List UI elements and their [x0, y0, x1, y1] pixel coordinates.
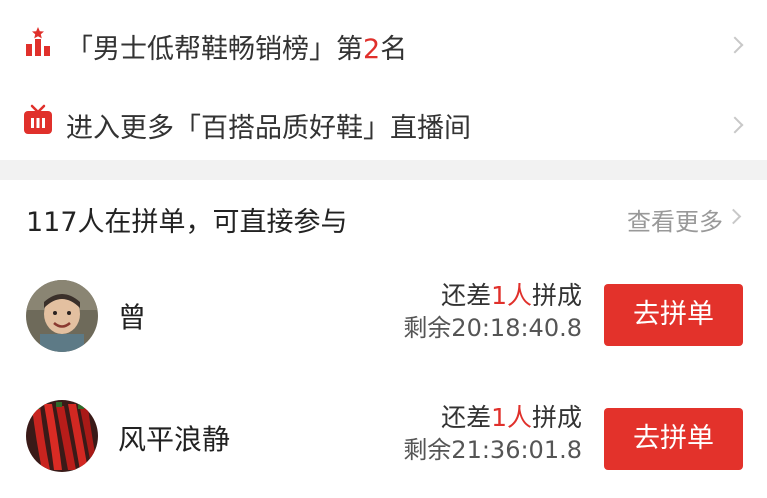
live-room-text: 进入更多「百搭品质好鞋」直播间 — [66, 113, 471, 144]
join-group-button[interactable]: 去拼单 — [604, 408, 743, 470]
chevron-right-icon — [726, 116, 744, 134]
view-more-link[interactable]: 查看更多 — [627, 202, 723, 237]
bestseller-rank-text: 「男士低帮鞋畅销榜」第2名 — [66, 34, 408, 65]
section-divider — [0, 160, 767, 180]
time-remaining: 剩余20:18:40.8 — [403, 314, 582, 342]
bestseller-rank-row[interactable]: 「男士低帮鞋畅销榜」第2名 — [0, 0, 767, 90]
group-buy-item: 曾 还差1人拼成 剩余20:18:40.8 去拼单 — [0, 250, 767, 374]
people-needed: 还差1人拼成 — [441, 403, 582, 432]
group-status: 还差1人拼成 剩余21:36:01.8 — [403, 402, 582, 466]
rank-number: 2 — [363, 34, 381, 65]
red-peppers-avatar — [26, 400, 98, 472]
user-name: 曾 — [118, 301, 147, 334]
live-room-row[interactable]: 进入更多「百搭品质好鞋」直播间 — [0, 90, 767, 160]
chevron-right-icon[interactable] — [725, 208, 742, 225]
ranking-bars-icon — [22, 26, 54, 58]
chevron-right-icon — [726, 36, 744, 54]
user-name: 风平浪静 — [118, 423, 231, 456]
tv-live-icon — [22, 104, 54, 136]
child-avatar — [26, 280, 98, 352]
group-status: 还差1人拼成 剩余20:18:40.8 — [403, 280, 582, 344]
people-needed: 还差1人拼成 — [441, 281, 582, 310]
group-buy-item: 风平浪静 还差1人拼成 剩余21:36:01.8 去拼单 — [0, 374, 767, 498]
join-group-button[interactable]: 去拼单 — [604, 284, 743, 346]
group-buy-title: 117人在拼单，可直接参与 — [26, 207, 348, 238]
time-remaining: 剩余21:36:01.8 — [403, 436, 582, 464]
group-buy-header: 117人在拼单，可直接参与 查看更多 — [0, 180, 767, 250]
